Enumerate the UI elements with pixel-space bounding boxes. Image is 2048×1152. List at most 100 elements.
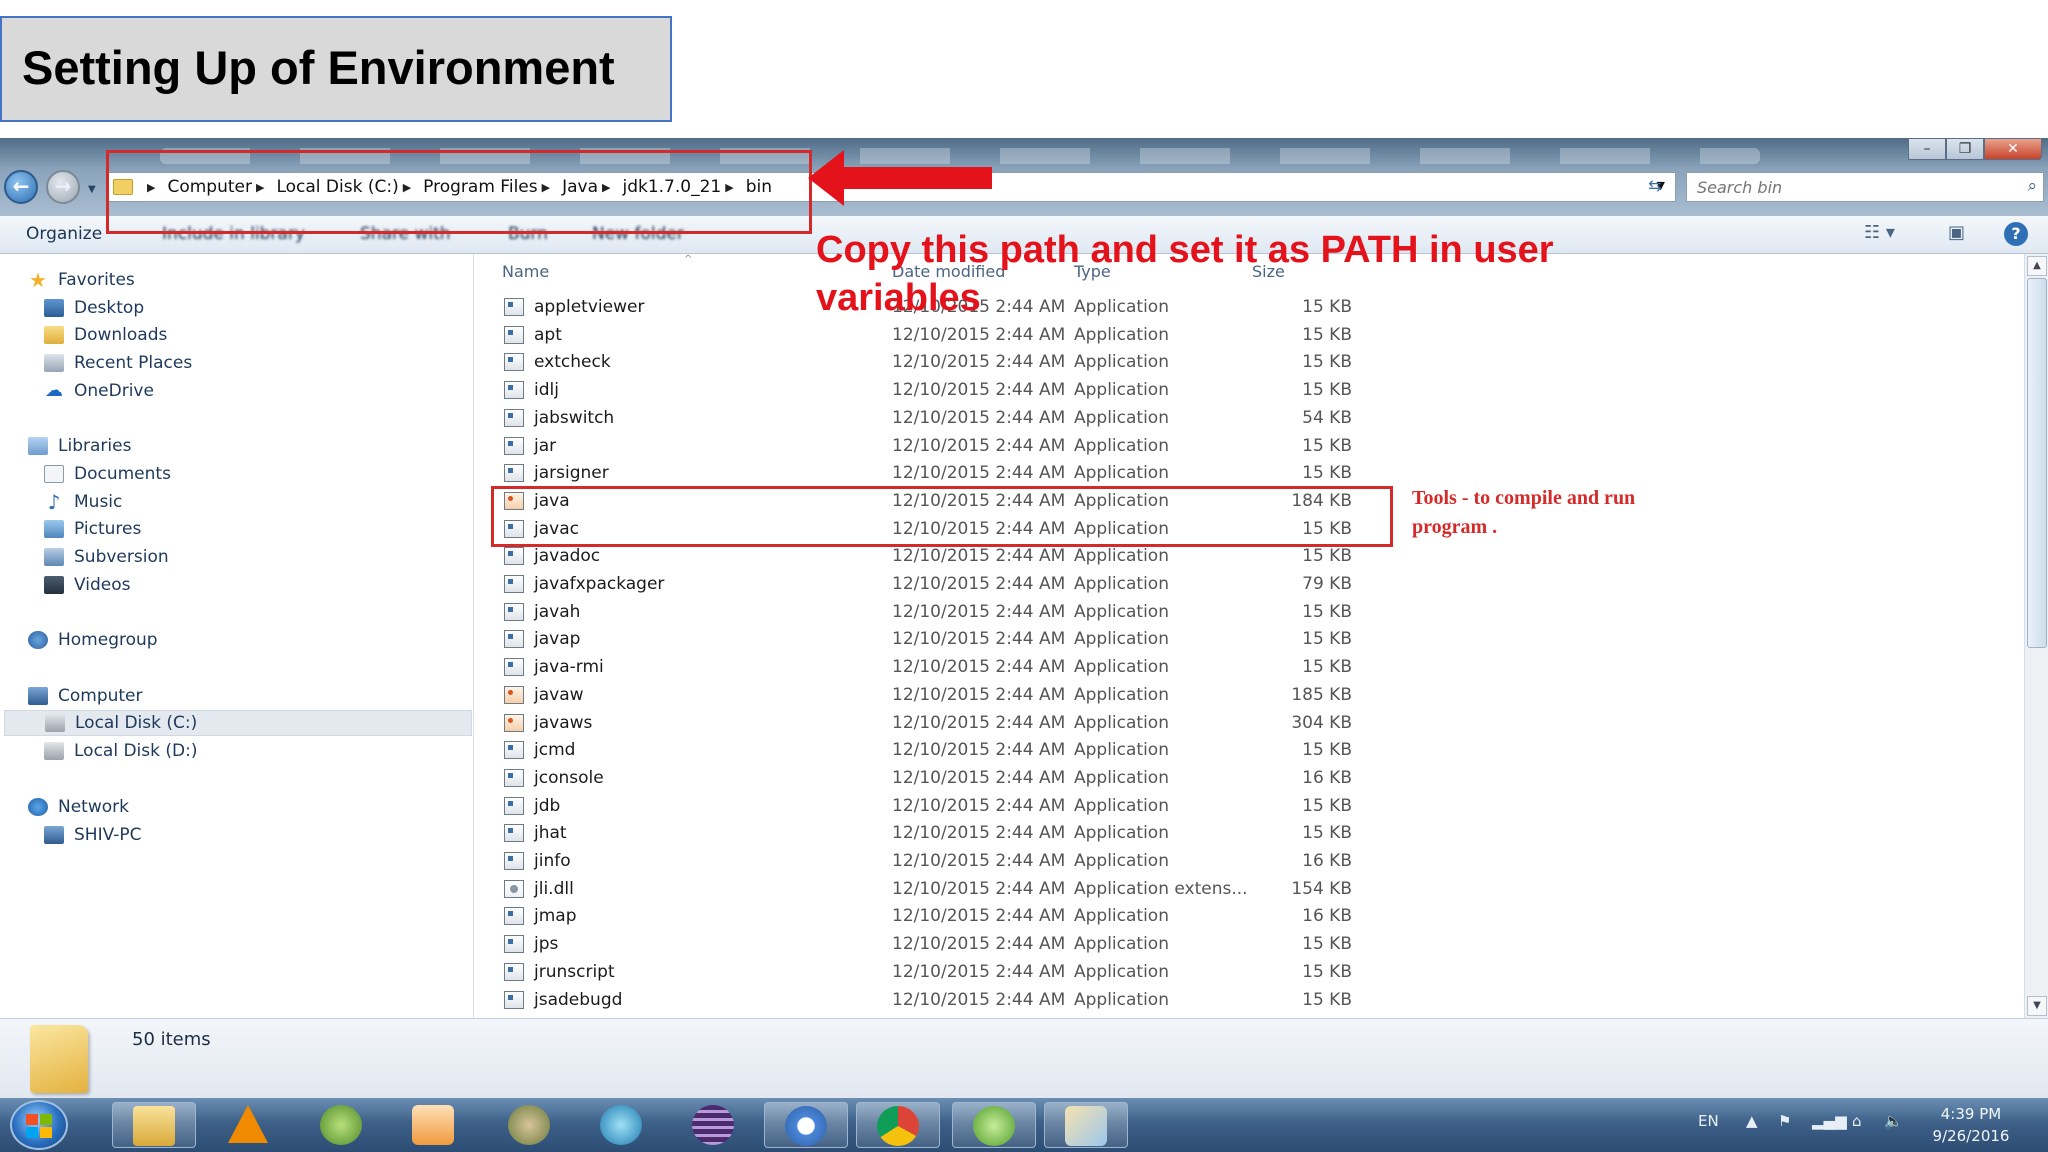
change-view-icon[interactable]: ☷ ▾: [1864, 222, 1895, 246]
search-input[interactable]: [1687, 173, 1987, 201]
nav-subversion[interactable]: Subversion: [44, 544, 169, 570]
file-row[interactable]: jli.dll 12/10/2015 2:44 AM Application ext…: [476, 876, 2024, 904]
nav-homegroup[interactable]: Homegroup: [28, 627, 158, 653]
nav-downloads[interactable]: Downloads: [44, 322, 167, 348]
power-icon[interactable]: ⌂: [1852, 1112, 1862, 1130]
file-type: Application: [1074, 989, 1169, 1010]
file-row[interactable]: java-rmi 12/10/2015 2:44 AM Application 15 …: [476, 654, 2024, 682]
taskbar-paint[interactable]: [1044, 1102, 1128, 1148]
nav-computer[interactable]: Computer: [28, 683, 143, 709]
clock-date: 9/26/2016: [1932, 1127, 2010, 1145]
nav-music[interactable]: ♪ Music: [44, 489, 123, 515]
action-center-flag-icon[interactable]: ⚑: [1778, 1112, 1791, 1130]
nav-onedrive[interactable]: ☁ OneDrive: [44, 378, 154, 404]
search-field[interactable]: ⌕: [1686, 172, 2044, 202]
file-row[interactable]: jps 12/10/2015 2:44 AM Application 15 KB: [476, 931, 2024, 959]
nav-network[interactable]: Network: [28, 794, 129, 820]
system-clock[interactable]: 4:39 PM 9/26/2016: [1908, 1103, 2034, 1147]
file-date: 12/10/2015 2:44 AM: [892, 934, 1066, 955]
taskbar-android-tool[interactable]: [300, 1102, 384, 1148]
nav-favorites[interactable]: ★ Favorites: [28, 267, 135, 293]
nav-desktop[interactable]: Desktop: [44, 295, 144, 321]
application-icon: [504, 602, 524, 621]
file-row[interactable]: javafxpackager 12/10/2015 2:44 AM Applicat…: [476, 571, 2024, 599]
utorrent-icon: [973, 1106, 1015, 1146]
column-header-name[interactable]: Name: [502, 262, 549, 281]
taskbar-mail[interactable]: [580, 1102, 664, 1148]
file-row[interactable]: extcheck 12/10/2015 2:44 AM Application 15 …: [476, 349, 2024, 377]
chrome-icon: [877, 1106, 919, 1146]
application-icon: [504, 353, 524, 372]
nav-videos[interactable]: Videos: [44, 572, 131, 598]
application-icon: [504, 408, 524, 427]
refresh-icon[interactable]: ⇆: [1640, 176, 1670, 198]
application-icon: [504, 658, 524, 677]
taskbar-chrome-blue[interactable]: [764, 1102, 848, 1148]
organize-menu[interactable]: Organize: [26, 224, 102, 244]
file-row[interactable]: jconsole 12/10/2015 2:44 AM Application 16 …: [476, 765, 2024, 793]
file-list: Name ^ Date modified Type Size appletvie…: [476, 254, 2024, 1018]
file-date: 12/10/2015 2:44 AM: [892, 629, 1066, 650]
file-size: 15 KB: [1302, 324, 1352, 345]
vertical-scrollbar[interactable]: ▲ ▼: [2024, 254, 2048, 1018]
taskbar-chrome[interactable]: [856, 1102, 940, 1148]
file-row[interactable]: jar 12/10/2015 2:44 AM Application 15 KB: [476, 433, 2024, 461]
file-row[interactable]: javadoc 12/10/2015 2:44 AM Application 15 K…: [476, 543, 2024, 571]
nav-local-disk-c[interactable]: Local Disk (C:): [4, 710, 472, 736]
file-date: 12/10/2015 2:44 AM: [892, 795, 1066, 816]
file-row[interactable]: jsadebugd 12/10/2015 2:44 AM Application 15…: [476, 987, 2024, 1015]
file-date: 12/10/2015 2:44 AM: [892, 767, 1066, 788]
nav-shiv-pc[interactable]: SHIV-PC: [44, 822, 141, 848]
scroll-thumb[interactable]: [2027, 278, 2047, 648]
taskbar-eclipse[interactable]: [672, 1102, 756, 1148]
nav-local-disk-d[interactable]: Local Disk (D:): [44, 738, 197, 764]
language-indicator[interactable]: EN: [1698, 1112, 1719, 1130]
file-row[interactable]: jabswitch 12/10/2015 2:44 AM Application 54…: [476, 405, 2024, 433]
taskbar-game[interactable]: [488, 1102, 572, 1148]
show-hidden-icons-icon[interactable]: ▲: [1746, 1112, 1758, 1130]
file-row[interactable]: jdb 12/10/2015 2:44 AM Application 15 KB: [476, 793, 2024, 821]
back-button[interactable]: ←: [4, 170, 38, 204]
scroll-up-button[interactable]: ▲: [2027, 256, 2047, 276]
taskbar-vlc[interactable]: [208, 1102, 292, 1148]
search-icon[interactable]: ⌕: [2027, 176, 2037, 196]
nav-libraries[interactable]: Libraries: [28, 433, 131, 459]
volume-icon[interactable]: 🔈: [1884, 1112, 1903, 1130]
network-signal-icon[interactable]: ▂▄▆: [1812, 1112, 1847, 1130]
file-row[interactable]: jrunscript 12/10/2015 2:44 AM Application 1…: [476, 959, 2024, 987]
file-type: Application: [1074, 407, 1169, 428]
recent-pages-dropdown[interactable]: ▼: [88, 184, 96, 195]
file-row[interactable]: javah 12/10/2015 2:44 AM Application 15 KB: [476, 599, 2024, 627]
file-row[interactable]: idlj 12/10/2015 2:44 AM Application 15 KB: [476, 377, 2024, 405]
scroll-down-button[interactable]: ▼: [2027, 996, 2047, 1016]
nav-pictures[interactable]: Pictures: [44, 516, 141, 542]
file-row[interactable]: javaws 12/10/2015 2:44 AM Application 304 K…: [476, 710, 2024, 738]
taskbar-utorrent[interactable]: [952, 1102, 1036, 1148]
nav-documents[interactable]: Documents: [44, 461, 171, 487]
file-row[interactable]: javap 12/10/2015 2:44 AM Application 15 KB: [476, 626, 2024, 654]
taskbar-explorer[interactable]: [112, 1102, 196, 1148]
file-row[interactable]: jarsigner 12/10/2015 2:44 AM Application 15…: [476, 460, 2024, 488]
minimize-button[interactable]: –: [1908, 138, 1946, 160]
file-row[interactable]: javaw 12/10/2015 2:44 AM Application 185 KB: [476, 682, 2024, 710]
file-date: 12/10/2015 2:44 AM: [892, 407, 1066, 428]
forward-button[interactable]: →: [46, 170, 80, 204]
file-size: 16 KB: [1302, 906, 1352, 927]
game-icon: [508, 1105, 550, 1145]
file-size: 185 KB: [1291, 684, 1352, 705]
file-name: jarsigner: [534, 463, 609, 484]
help-icon[interactable]: ?: [2004, 222, 2028, 246]
application-icon: [504, 962, 524, 981]
file-row[interactable]: jinfo 12/10/2015 2:44 AM Application 16 KB: [476, 848, 2024, 876]
file-row[interactable]: jmap 12/10/2015 2:44 AM Application 16 KB: [476, 903, 2024, 931]
taskbar-media-player[interactable]: [392, 1102, 476, 1148]
start-button[interactable]: [10, 1100, 68, 1150]
file-row[interactable]: apt 12/10/2015 2:44 AM Application 15 KB: [476, 322, 2024, 350]
slide-title-box: Setting Up of Environment: [0, 16, 672, 122]
close-button[interactable]: ✕: [1984, 138, 2042, 160]
preview-pane-icon[interactable]: ▣: [1948, 222, 1965, 246]
nav-recent-places[interactable]: Recent Places: [44, 350, 192, 376]
maximize-button[interactable]: ❐: [1946, 138, 1984, 160]
file-row[interactable]: jhat 12/10/2015 2:44 AM Application 15 KB: [476, 820, 2024, 848]
file-row[interactable]: jcmd 12/10/2015 2:44 AM Application 15 KB: [476, 737, 2024, 765]
